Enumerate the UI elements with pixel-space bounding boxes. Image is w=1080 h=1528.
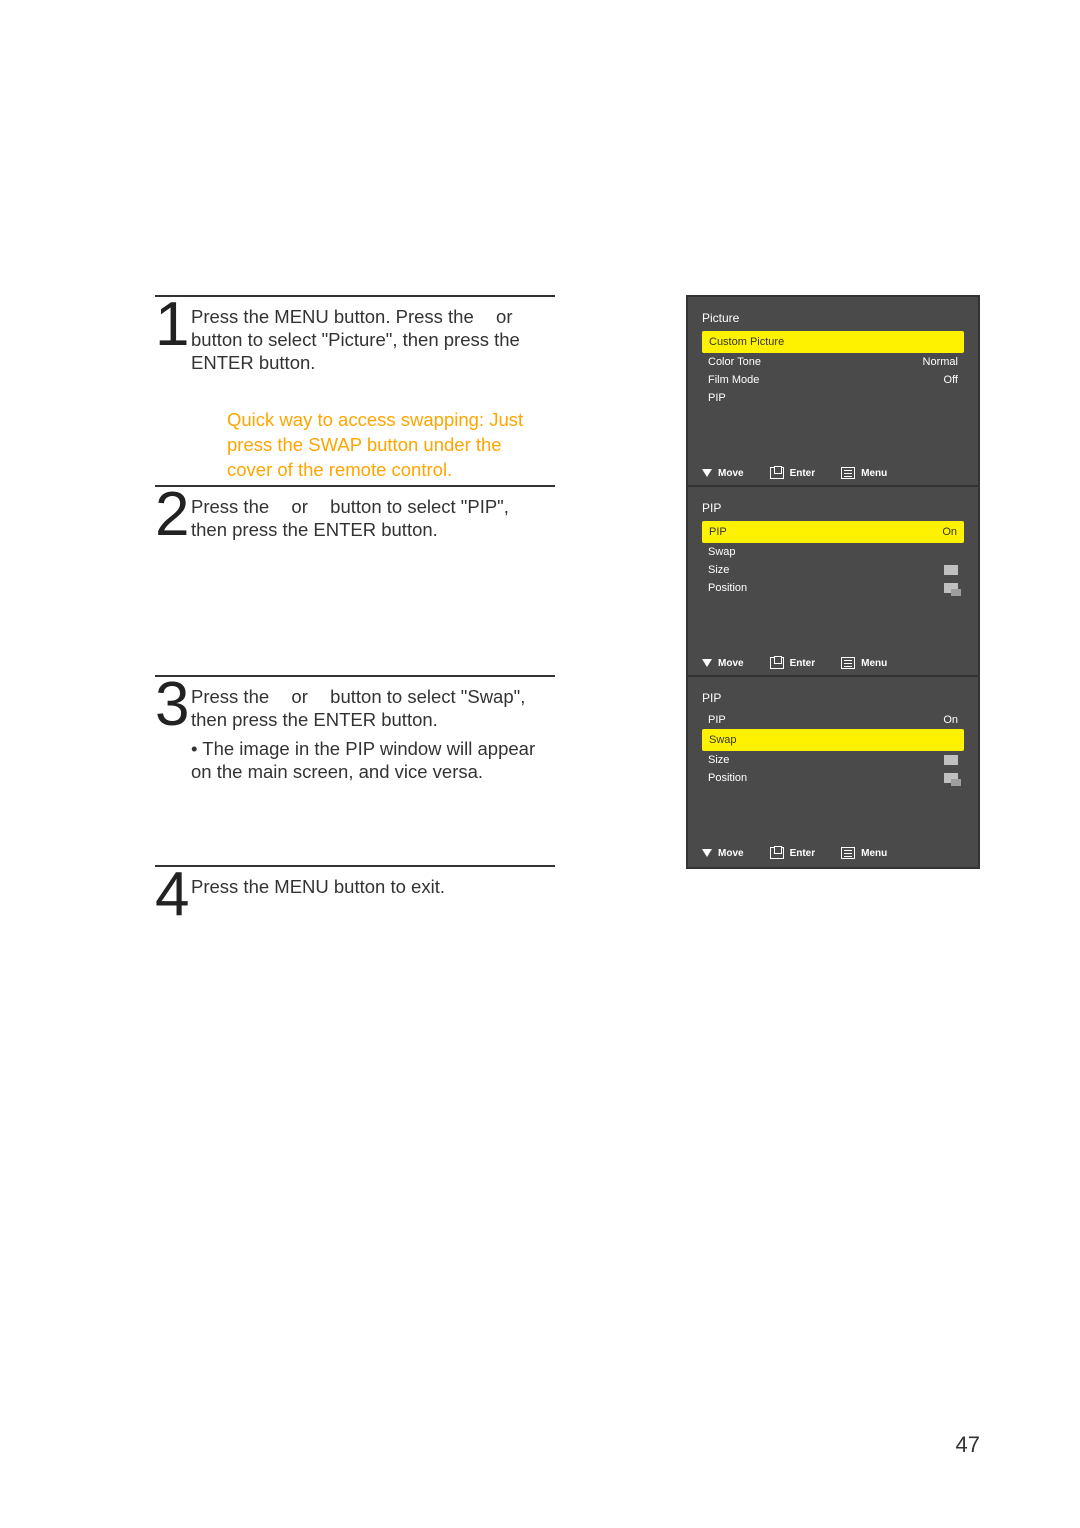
osd-footer-move: Move bbox=[702, 847, 744, 859]
osd-title: PIP bbox=[702, 501, 964, 515]
step1-text-a: Press the MENU button. Press the bbox=[191, 306, 479, 327]
osd-footer: Move Enter Menu bbox=[688, 461, 978, 487]
osd-row: PIP bbox=[702, 389, 964, 407]
step2-or: or bbox=[286, 496, 313, 517]
osd-row-value bbox=[944, 582, 958, 594]
menu-icon bbox=[841, 467, 855, 479]
osd-footer-enter: Enter bbox=[770, 467, 816, 479]
step3-text-a: Press the bbox=[191, 686, 274, 707]
osd-footer-label: Menu bbox=[861, 468, 887, 479]
osd-row: PIP On bbox=[702, 711, 964, 729]
osd-row: Size bbox=[702, 561, 964, 579]
osd-row-highlighted: Swap bbox=[702, 729, 964, 751]
step-text: Press the MENU button to exit. bbox=[189, 875, 555, 898]
osd-footer-menu: Menu bbox=[841, 657, 887, 669]
step-text: Press the or button to select "PIP", the… bbox=[189, 495, 555, 541]
osd-footer-menu: Menu bbox=[841, 847, 887, 859]
osd-hl-label: PIP bbox=[709, 526, 727, 538]
size-icon bbox=[944, 565, 958, 575]
step2-text-a: Press the bbox=[191, 496, 274, 517]
osd-row-label: Size bbox=[708, 754, 729, 766]
step-text: Press the MENU button. Press the or butt… bbox=[189, 305, 555, 483]
osd-footer-move: Move bbox=[702, 467, 744, 479]
down-triangle-icon bbox=[702, 469, 712, 477]
step1-text-b: button to select "Picture", then press t… bbox=[191, 329, 520, 373]
osd-row-highlighted: PIP On bbox=[702, 521, 964, 543]
osd-footer-label: Move bbox=[718, 658, 744, 669]
enter-icon bbox=[770, 847, 784, 859]
osd-title: Picture bbox=[702, 311, 964, 325]
osd-footer: Move Enter Menu bbox=[688, 841, 978, 867]
osd-row-label: Position bbox=[708, 772, 747, 784]
osd-hl-label: Swap bbox=[709, 734, 737, 746]
osd-row-value bbox=[944, 754, 958, 766]
down-triangle-icon bbox=[702, 659, 712, 667]
osd-row-label: Position bbox=[708, 582, 747, 594]
step-number: 2 bbox=[155, 493, 189, 538]
osd-footer-label: Move bbox=[718, 468, 744, 479]
enter-icon bbox=[770, 657, 784, 669]
step3-bullet: • The image in the PIP window will appea… bbox=[191, 737, 539, 783]
osd-row-value: Off bbox=[944, 374, 958, 386]
osd-footer: Move Enter Menu bbox=[688, 651, 978, 677]
osd-footer-label: Enter bbox=[790, 658, 816, 669]
osd-screenshot-3: PIP PIP On Swap Size Position Move Enter … bbox=[686, 675, 980, 869]
step3-or: or bbox=[286, 686, 313, 707]
osd-screenshot-1: Picture Custom Picture Color ToneNormal … bbox=[686, 295, 980, 489]
osd-row-value bbox=[944, 772, 958, 784]
size-icon bbox=[944, 755, 958, 765]
step-3: 3 Press the or button to select "Swap", … bbox=[155, 675, 555, 784]
osd-row-label: Size bbox=[708, 564, 729, 576]
step-number: 1 bbox=[155, 303, 189, 348]
enter-icon bbox=[770, 467, 784, 479]
step-number: 3 bbox=[155, 683, 189, 728]
osd-row-value bbox=[944, 564, 958, 576]
osd-footer-enter: Enter bbox=[770, 657, 816, 669]
osd-footer-label: Enter bbox=[790, 468, 816, 479]
menu-icon bbox=[841, 847, 855, 859]
osd-row-label: PIP bbox=[708, 714, 726, 726]
step-4: 4 Press the MENU button to exit. bbox=[155, 865, 555, 918]
osd-hl-value: On bbox=[942, 526, 957, 538]
osd-row-label: Swap bbox=[708, 546, 736, 558]
step-number: 4 bbox=[155, 873, 189, 918]
osd-footer-label: Menu bbox=[861, 848, 887, 859]
osd-hl-label: Custom Picture bbox=[709, 336, 784, 348]
osd-footer-label: Enter bbox=[790, 848, 816, 859]
menu-icon bbox=[841, 657, 855, 669]
osd-row-highlighted: Custom Picture bbox=[702, 331, 964, 353]
osd-title: PIP bbox=[702, 691, 964, 705]
osd-row-label: PIP bbox=[708, 392, 726, 404]
osd-row-value: Normal bbox=[923, 356, 958, 368]
osd-footer-menu: Menu bbox=[841, 467, 887, 479]
osd-row-label: Film Mode bbox=[708, 374, 759, 386]
osd-row: Position bbox=[702, 769, 964, 787]
osd-row: Size bbox=[702, 751, 964, 769]
position-icon bbox=[944, 773, 958, 783]
osd-screenshot-2: PIP PIP On Swap Size Position Move Enter … bbox=[686, 485, 980, 679]
osd-footer-label: Move bbox=[718, 848, 744, 859]
down-triangle-icon bbox=[702, 849, 712, 857]
osd-row-label: Color Tone bbox=[708, 356, 761, 368]
osd-row: Position bbox=[702, 579, 964, 597]
osd-footer-enter: Enter bbox=[770, 847, 816, 859]
page-number: 47 bbox=[956, 1432, 980, 1458]
step1-tip: Quick way to access swapping: Just press… bbox=[227, 408, 539, 483]
osd-footer-label: Menu bbox=[861, 658, 887, 669]
osd-row-value: On bbox=[943, 714, 958, 726]
position-icon bbox=[944, 583, 958, 593]
step-1: 1 Press the MENU button. Press the or bu… bbox=[155, 295, 555, 483]
step4-text: Press the MENU button to exit. bbox=[191, 876, 445, 897]
step-2: 2 Press the or button to select "PIP", t… bbox=[155, 485, 555, 541]
osd-row: Film Mode Off bbox=[702, 371, 964, 389]
osd-footer-move: Move bbox=[702, 657, 744, 669]
step-text: Press the or button to select "Swap", th… bbox=[189, 685, 555, 784]
osd-row: Swap bbox=[702, 543, 964, 561]
osd-row: Color Tone Normal bbox=[702, 353, 964, 371]
step1-or: or bbox=[491, 306, 518, 327]
